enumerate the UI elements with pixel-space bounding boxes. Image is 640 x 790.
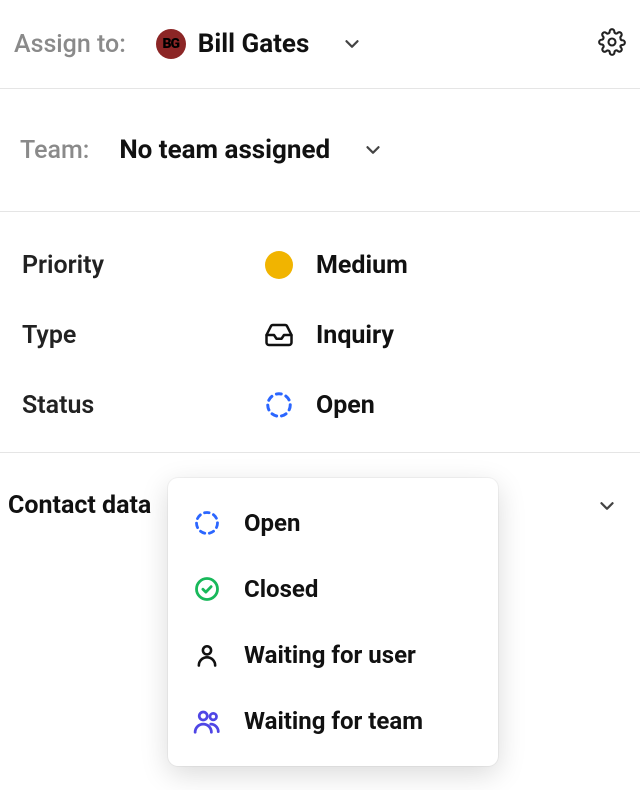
status-option-waiting-user[interactable]: Waiting for user <box>168 622 498 688</box>
team-row: Team: No team assigned <box>0 89 640 212</box>
priority-value: Medium <box>316 251 408 280</box>
priority-row[interactable]: Priority Medium <box>22 248 618 282</box>
team-selector[interactable]: No team assigned <box>119 135 384 165</box>
priority-dot-icon <box>262 248 296 282</box>
status-option-label: Waiting for team <box>244 707 423 735</box>
team-label: Team: <box>20 136 89 165</box>
status-option-label: Waiting for user <box>244 641 416 669</box>
assignee-avatar: BG <box>156 29 186 59</box>
type-row[interactable]: Type Inquiry <box>22 318 618 352</box>
status-option-label: Open <box>244 509 300 537</box>
status-closed-icon <box>192 574 222 604</box>
settings-button[interactable] <box>598 28 626 60</box>
status-label: Status <box>22 391 262 420</box>
status-open-icon <box>262 388 296 422</box>
chevron-down-icon <box>362 139 384 161</box>
chevron-down-icon <box>341 33 363 55</box>
status-value: Open <box>316 391 375 420</box>
status-option-waiting-team[interactable]: Waiting for team <box>168 688 498 754</box>
status-dropdown: Open Closed Waiting for user <box>168 478 498 766</box>
user-icon <box>192 640 222 670</box>
contact-data-heading: Contact data <box>8 491 151 520</box>
type-value: Inquiry <box>316 321 394 350</box>
gear-icon <box>598 41 626 60</box>
status-row[interactable]: Status Open <box>22 388 618 422</box>
assign-selector[interactable]: BG Bill Gates <box>156 29 364 59</box>
chevron-down-icon <box>596 495 618 517</box>
priority-label: Priority <box>22 251 262 280</box>
assign-row: Assign to: BG Bill Gates <box>0 0 640 89</box>
details-section: Priority Medium Type Inquiry Status <box>0 212 640 453</box>
status-option-closed[interactable]: Closed <box>168 556 498 622</box>
assignee-name: Bill Gates <box>198 29 310 59</box>
inbox-icon <box>262 318 296 352</box>
status-option-open[interactable]: Open <box>168 490 498 556</box>
status-option-label: Closed <box>244 575 318 603</box>
type-label: Type <box>22 321 262 350</box>
assign-label: Assign to: <box>14 30 126 59</box>
users-icon <box>192 706 222 736</box>
team-value: No team assigned <box>119 135 330 165</box>
status-open-icon <box>192 508 222 538</box>
